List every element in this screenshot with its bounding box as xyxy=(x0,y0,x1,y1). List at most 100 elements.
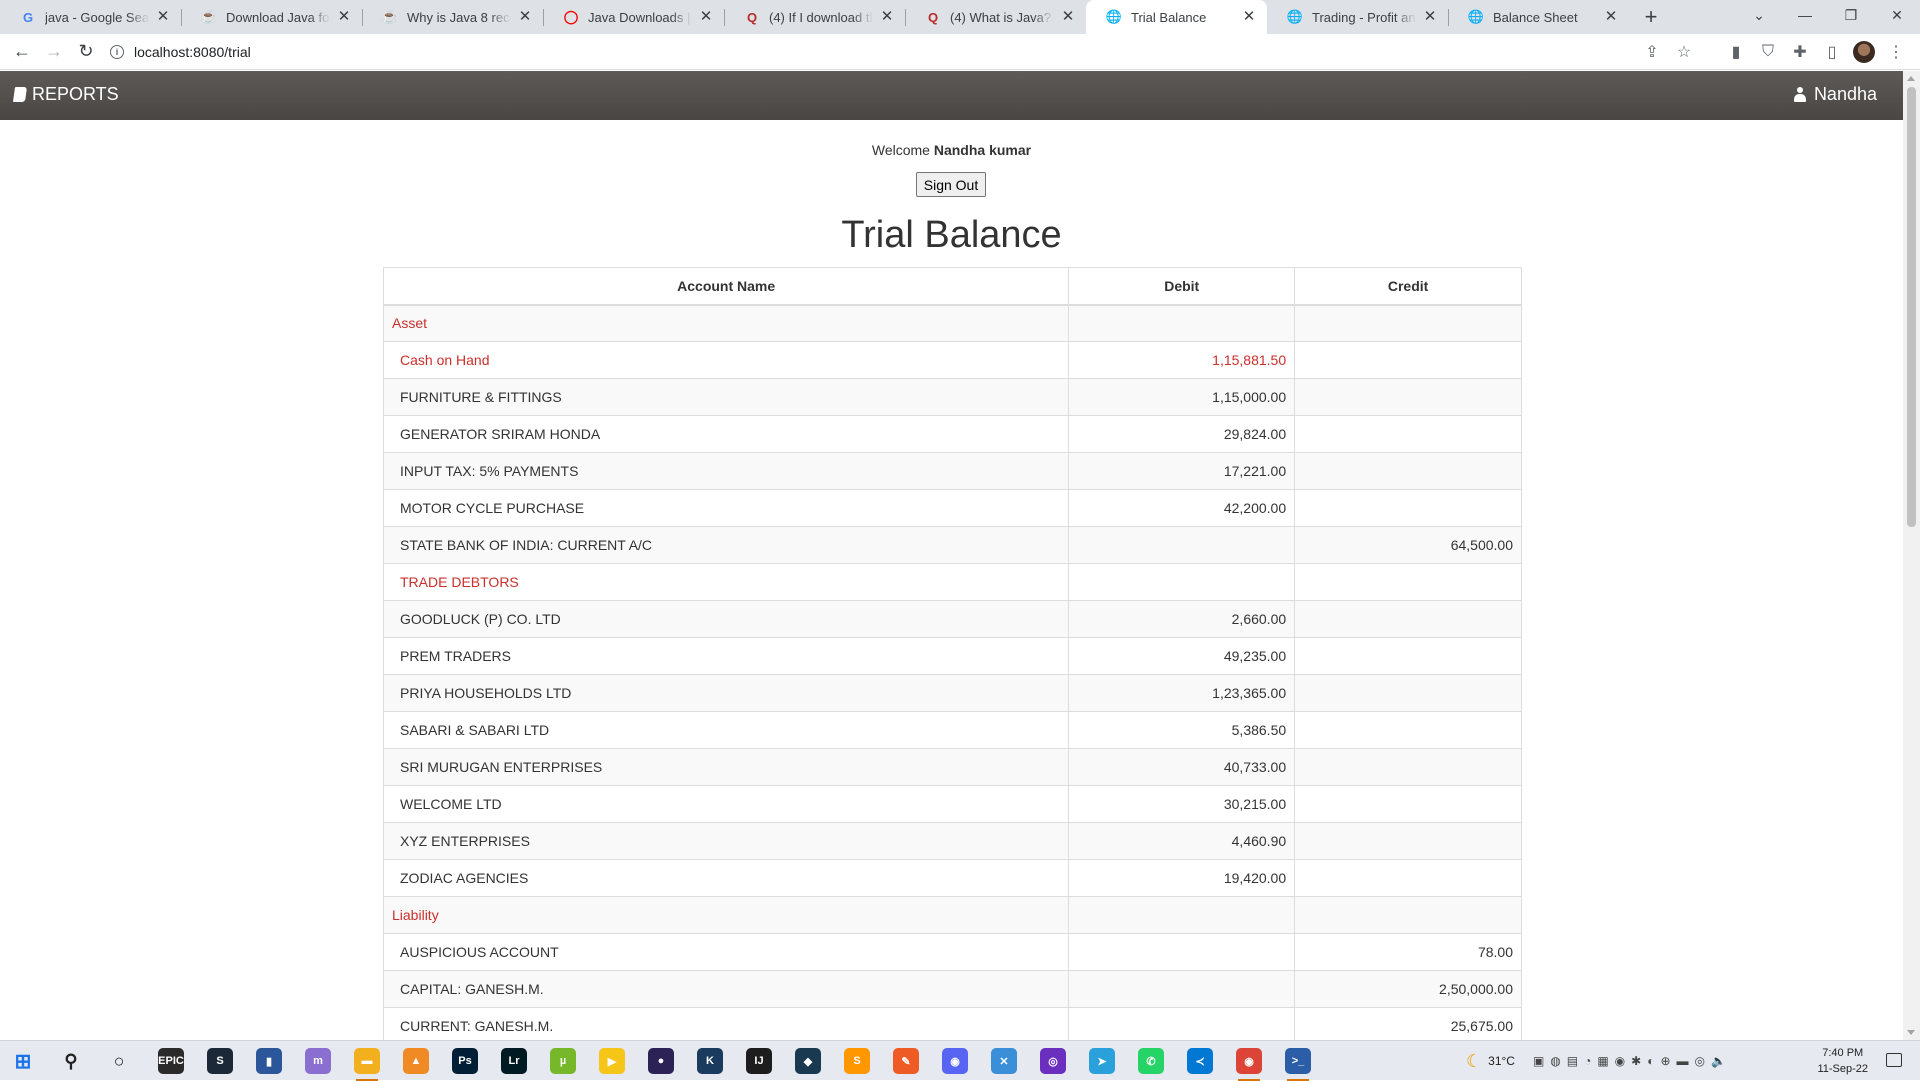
tab-title[interactable]: java - Google Search xyxy=(45,10,149,25)
tab-title[interactable]: Java Downloads | Oracle xyxy=(588,10,692,25)
profile-avatar[interactable] xyxy=(1848,37,1880,67)
book-icon xyxy=(12,87,28,102)
vscode-icon[interactable]: ≺ xyxy=(1187,1048,1213,1074)
notification-center-icon[interactable] xyxy=(1886,1053,1902,1067)
system-clock[interactable]: 7:40 PM 11-Sep-22 xyxy=(1817,1045,1868,1077)
credit-cell xyxy=(1294,563,1522,601)
sign-out-button[interactable]: Sign Out xyxy=(916,172,986,197)
tab-title[interactable]: Why is Java 8 recommended xyxy=(407,10,511,25)
page-scrollbar[interactable] xyxy=(1903,71,1920,1040)
powershell-icon[interactable]: >_ xyxy=(1285,1048,1311,1081)
forward-arrow-icon[interactable]: → xyxy=(38,37,70,67)
utorrent-icon[interactable]: µ xyxy=(550,1048,576,1074)
debit-cell xyxy=(1068,304,1296,342)
tab-close-icon[interactable]: ✕ xyxy=(698,9,714,25)
tab-close-icon[interactable]: ✕ xyxy=(517,9,533,25)
tab-favicon-icon: ☕ xyxy=(381,9,399,24)
minimize-button[interactable]: — xyxy=(1782,0,1828,30)
more-menu-icon[interactable]: ⋮ xyxy=(1880,37,1912,67)
player-icon[interactable]: ▶ xyxy=(599,1048,625,1074)
browser-tab[interactable]: 🌐 Balance Sheet ✕ xyxy=(1448,0,1629,34)
system-tray: ☾ 31°C ▣◍▤◔▦◉✱◐⊕▬◎🔈 xyxy=(1466,1041,1732,1081)
discord-icon[interactable]: ◉ xyxy=(942,1048,968,1074)
chrome-icon[interactable]: ◉ xyxy=(1236,1048,1262,1081)
cortana-icon[interactable]: ○ xyxy=(106,1048,132,1074)
sublime-icon[interactable]: S xyxy=(844,1048,870,1074)
photoshop-icon[interactable]: Ps xyxy=(452,1048,478,1074)
debit-cell: 5,386.50 xyxy=(1068,711,1296,749)
tab-search-icon[interactable]: ⌄ xyxy=(1736,0,1782,30)
tab-close-icon[interactable]: ✕ xyxy=(1241,9,1257,25)
mangal-icon[interactable]: m xyxy=(305,1048,331,1074)
vlc-icon[interactable]: ▲ xyxy=(403,1048,429,1074)
tab-title[interactable]: Trial Balance xyxy=(1131,10,1235,25)
search-icon[interactable]: ⚲ xyxy=(58,1048,84,1074)
browser-tab[interactable]: 🌐 Trading - Profit and Loss ✕ xyxy=(1267,0,1448,34)
tab-close-icon[interactable]: ✕ xyxy=(336,9,352,25)
reports-brand-link[interactable]: REPORTS xyxy=(12,84,119,105)
tray-icons[interactable]: ▣◍▤◔▦◉✱◐⊕▬◎🔈 xyxy=(1533,1054,1732,1068)
tab-close-icon[interactable]: ✕ xyxy=(1603,9,1619,25)
site-info-icon[interactable]: i xyxy=(110,44,124,59)
credit-cell xyxy=(1294,674,1522,712)
mysql-workbench-icon[interactable]: ◆ xyxy=(795,1048,821,1074)
tab-title[interactable]: Trading - Profit and Loss xyxy=(1312,10,1416,25)
lightroom-icon[interactable]: Lr xyxy=(501,1048,527,1074)
windows-start-icon[interactable]: ⊞ xyxy=(10,1048,36,1074)
side-panel-icon[interactable]: ▯ xyxy=(1816,37,1848,67)
browser-tab[interactable]: ◯ Java Downloads | Oracle ✕ xyxy=(543,0,724,34)
share-icon[interactable]: ⇪ xyxy=(1636,37,1668,67)
debit-cell: 1,15,881.50 xyxy=(1068,341,1296,379)
tab-title[interactable]: Download Java for Windows xyxy=(226,10,330,25)
new-tab-button[interactable]: + xyxy=(1633,0,1669,34)
tab-close-icon[interactable]: ✕ xyxy=(1422,9,1438,25)
whatsapp-icon[interactable]: ✆ xyxy=(1138,1048,1164,1074)
epic-games-icon[interactable]: EPIC xyxy=(158,1048,184,1074)
url-text[interactable]: localhost:8080/trial xyxy=(134,44,251,60)
scroll-down-arrow-icon[interactable] xyxy=(1907,1030,1915,1035)
notes-icon[interactable]: ▮ xyxy=(256,1048,282,1074)
shield-extension-icon[interactable]: ⛉ xyxy=(1752,37,1784,67)
browser-tab[interactable]: ☕ Download Java for Windows ✕ xyxy=(181,0,362,34)
tab-close-icon[interactable]: ✕ xyxy=(879,9,895,25)
browser-tab[interactable]: 🌐 Trial Balance ✕ xyxy=(1086,0,1267,34)
scroll-up-arrow-icon[interactable] xyxy=(1907,76,1915,81)
bookmark-star-icon[interactable]: ☆ xyxy=(1668,37,1700,67)
tab-title[interactable]: (4) If I download the latest xyxy=(769,10,873,25)
back-arrow-icon[interactable]: ← xyxy=(6,37,38,67)
account-name-cell: MOTOR CYCLE PURCHASE xyxy=(382,489,1070,527)
tab-title[interactable]: Balance Sheet xyxy=(1493,10,1597,25)
app-x-icon[interactable]: ✕ xyxy=(991,1048,1017,1074)
reading-list-icon[interactable]: ▮ xyxy=(1720,37,1752,67)
tab-close-icon[interactable]: ✕ xyxy=(1060,9,1076,25)
weather-temp[interactable]: 31°C xyxy=(1488,1054,1515,1068)
user-menu[interactable]: Nandha xyxy=(1793,84,1877,105)
intellij-icon[interactable]: IJ xyxy=(746,1048,772,1074)
table-row: GENERATOR SRIRAM HONDA 29,824.00 xyxy=(382,415,1522,453)
browser-tab[interactable]: Q (4) If I download the latest ✕ xyxy=(724,0,905,34)
podcast-icon[interactable]: ◎ xyxy=(1040,1048,1066,1074)
eclipse-icon[interactable]: ● xyxy=(648,1048,674,1074)
reload-icon[interactable]: ↻ xyxy=(70,37,102,67)
file-explorer-icon[interactable]: ▬ xyxy=(354,1048,380,1081)
browser-tab[interactable]: Gjava - Google Search ✕ xyxy=(0,0,181,34)
scrollbar-thumb[interactable] xyxy=(1907,87,1916,527)
extensions-puzzle-icon[interactable]: ✚ xyxy=(1784,37,1816,67)
browser-tab[interactable]: ☕ Why is Java 8 recommended ✕ xyxy=(362,0,543,34)
tab-close-icon[interactable]: ✕ xyxy=(155,9,171,25)
table-row: SRI MURUGAN ENTERPRISES 40,733.00 xyxy=(382,748,1522,786)
tab-title[interactable]: (4) What is Java? Is it the xyxy=(950,10,1054,25)
user-name[interactable]: Nandha xyxy=(1814,84,1877,105)
close-window-button[interactable]: ✕ xyxy=(1874,0,1920,30)
brand-label[interactable]: REPORTS xyxy=(32,84,119,105)
telegram-icon[interactable]: ➤ xyxy=(1089,1048,1115,1074)
address-bar[interactable]: i localhost:8080/trial xyxy=(110,37,1670,66)
account-name-cell: SABARI & SABARI LTD xyxy=(382,711,1070,749)
browser-tab[interactable]: Q (4) What is Java? Is it the ✕ xyxy=(905,0,1086,34)
steam-icon[interactable]: S xyxy=(207,1048,233,1074)
app-k-icon[interactable]: K xyxy=(697,1048,723,1074)
maximize-button[interactable]: ❐ xyxy=(1828,0,1874,30)
postman-icon[interactable]: ✎ xyxy=(893,1048,919,1074)
clock-time: 7:40 PM xyxy=(1822,1047,1864,1059)
weather-moon-icon[interactable]: ☾ xyxy=(1466,1051,1482,1072)
